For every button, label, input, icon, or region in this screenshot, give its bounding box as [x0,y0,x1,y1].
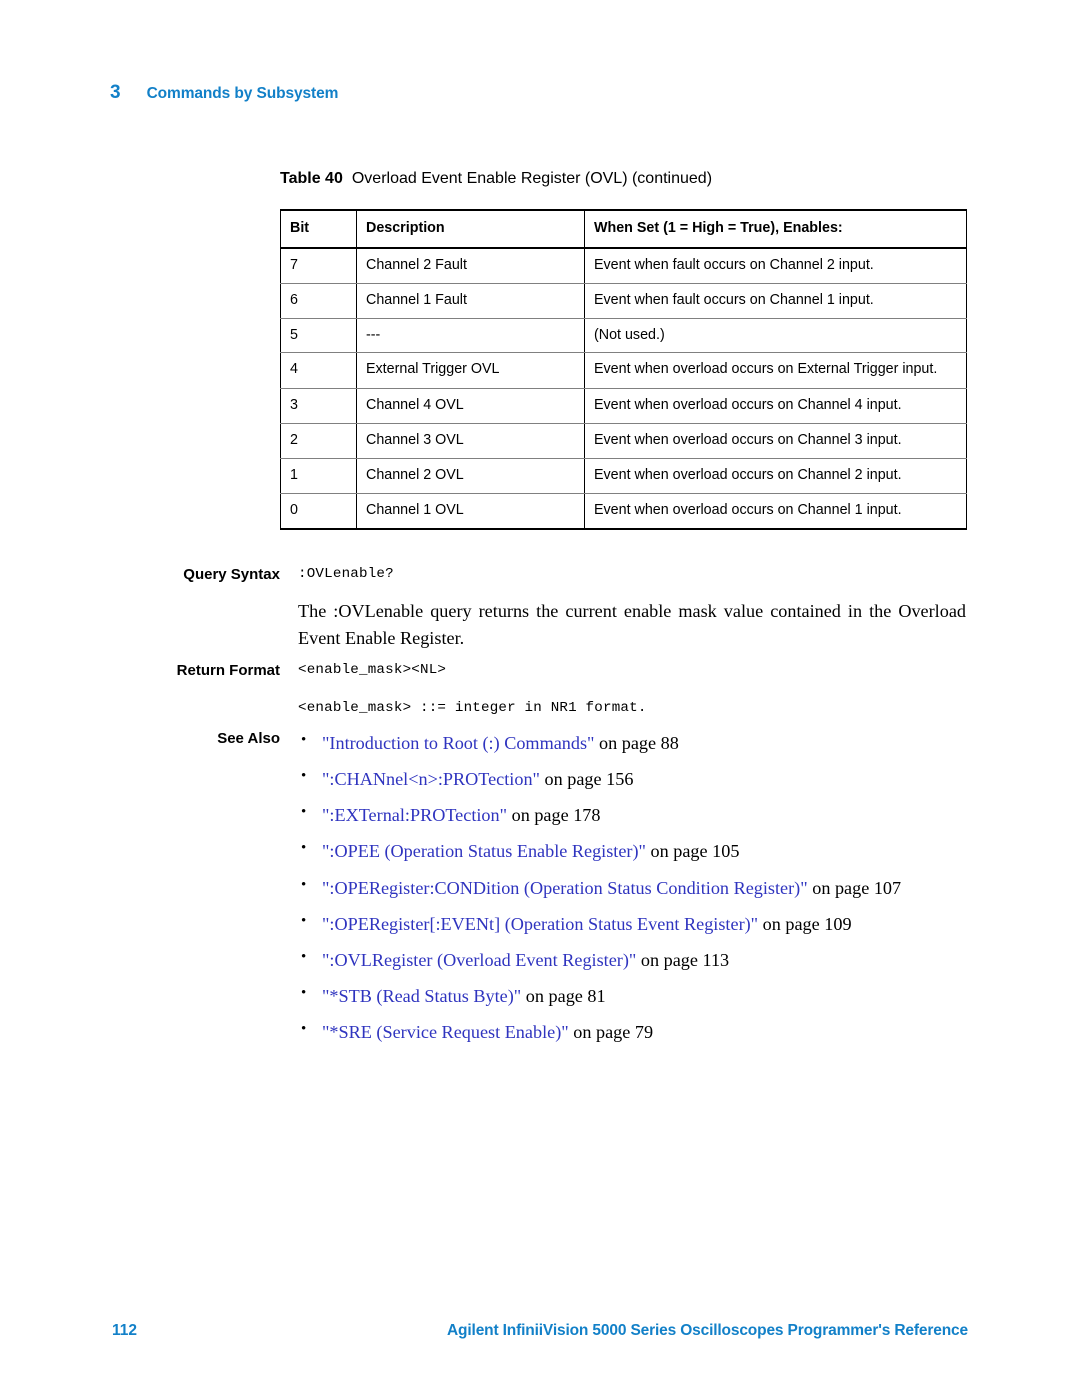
query-syntax-section: Query Syntax :OVLenable? [142,566,966,583]
list-item[interactable]: ":EXTernal:PROTection" on page 178 [298,801,990,830]
cell-bit: 3 [280,388,357,425]
return-format-code-line-1: <enable_mask><NL> [298,662,447,678]
cell-when-set: Event when overload occurs on Channel 2 … [584,458,967,494]
see-also-section: See Also "Introduction to Root (:) Comma… [142,729,990,1055]
page-reference: on page 156 [544,769,634,790]
query-syntax-code: :OVLenable? [298,566,394,582]
cell-when-set: Event when overload occurs on Channel 4 … [584,388,967,425]
overload-event-enable-register-table: Bit Description When Set (1 = High = Tru… [280,209,967,530]
column-header-description: Description [356,209,585,249]
cell-bit: 1 [280,458,357,494]
chapter-number: 3 [110,82,121,103]
table-row: 5 --- (Not used.) [280,318,967,354]
chapter-title: Commands by Subsystem [146,85,339,102]
query-syntax-label: Query Syntax [183,566,280,583]
cross-reference-link[interactable]: ":CHANnel<n>:PROTection" [322,769,540,789]
cell-description: --- [356,318,585,354]
footer-page-number: 112 [112,1322,138,1339]
return-format-section: Return Format <enable_mask><NL> <enable_… [142,662,966,716]
page-reference: on page 105 [650,841,740,862]
cell-description: External Trigger OVL [356,352,585,390]
page-reference: on page 81 [525,986,606,1007]
cross-reference-link[interactable]: "*STB (Read Status Byte)" [322,986,521,1006]
cross-reference-link[interactable]: ":OPERegister:CONDition (Operation Statu… [322,878,808,898]
see-also-list: "Introduction to Root (:) Commands" on p… [298,729,990,1047]
cell-when-set: (Not used.) [584,318,967,354]
table-row: 0 Channel 1 OVL Event when overload occu… [280,493,967,530]
table-row: 1 Channel 2 OVL Event when overload occu… [280,458,967,494]
return-format-label: Return Format [176,662,280,679]
cell-bit: 4 [280,352,357,390]
list-item[interactable]: "*STB (Read Status Byte)" on page 81 [298,982,990,1011]
table-caption-label: Table 40 [280,170,343,187]
list-item[interactable]: ":OPERegister[:EVENt] (Operation Status … [298,910,990,939]
column-header-when-set: When Set (1 = High = True), Enables: [584,209,967,249]
cross-reference-link[interactable]: ":OPERegister[:EVENt] (Operation Status … [322,914,758,934]
table-row: 6 Channel 1 Fault Event when fault occur… [280,283,967,319]
query-syntax-description-row: The :OVLenable query returns the current… [142,598,966,653]
cross-reference-link[interactable]: ":EXTernal:PROTection" [322,805,507,825]
return-format-code-line-2: <enable_mask> ::= integer in NR1 format. [298,700,647,716]
page-reference: on page 79 [573,1022,654,1043]
cell-description: Channel 1 OVL [356,493,585,530]
page-reference: on page 113 [640,949,730,970]
cell-when-set: Event when fault occurs on Channel 1 inp… [584,283,967,319]
table-caption-text: Overload Event Enable Register (OVL) (co… [351,170,713,187]
footer-document-title: Agilent InfiniiVision 5000 Series Oscill… [447,1322,968,1339]
page-reference: on page 107 [812,877,902,898]
see-also-label: See Also [217,730,280,747]
cell-bit: 0 [280,493,357,530]
list-item[interactable]: "Introduction to Root (:) Commands" on p… [298,729,990,758]
cell-when-set: Event when overload occurs on External T… [584,352,967,390]
column-header-bit: Bit [280,209,357,249]
cell-description: Channel 1 Fault [356,283,585,319]
cross-reference-link[interactable]: ":OPEE (Operation Status Enable Register… [322,841,646,861]
cell-description: Channel 4 OVL [356,388,585,425]
table-header-row: Bit Description When Set (1 = High = Tru… [280,209,967,249]
list-item[interactable]: ":OPEE (Operation Status Enable Register… [298,837,990,866]
cell-bit: 5 [280,318,357,354]
cell-bit: 6 [280,283,357,319]
list-item[interactable]: ":CHANnel<n>:PROTection" on page 156 [298,765,990,794]
list-item[interactable]: "*SRE (Service Request Enable)" on page … [298,1018,990,1047]
list-item[interactable]: ":OPERegister:CONDition (Operation Statu… [298,874,990,903]
cell-description: Channel 2 OVL [356,458,585,494]
query-syntax-description: The :OVLenable query returns the current… [298,601,966,649]
document-page: 3 Commands by Subsystem Table 40 Overload… [0,0,1080,1397]
cell-description: Channel 2 Fault [356,247,585,284]
cell-bit: 7 [280,247,357,284]
page-reference: on page 109 [762,913,852,934]
cell-when-set: Event when overload occurs on Channel 3 … [584,423,967,460]
cell-when-set: Event when fault occurs on Channel 2 inp… [584,247,967,284]
cell-when-set: Event when overload occurs on Channel 1 … [584,493,967,530]
table-row: 4 External Trigger OVL Event when overlo… [280,352,967,390]
cross-reference-link[interactable]: ":OVLRegister (Overload Event Register)" [322,950,636,970]
table-row: 3 Channel 4 OVL Event when overload occu… [280,388,967,425]
table-row: 7 Channel 2 Fault Event when fault occur… [280,247,967,284]
table-caption: Table 40 Overload Event Enable Register (… [280,170,712,188]
cross-reference-link[interactable]: "Introduction to Root (:) Commands" [322,733,594,753]
cell-description: Channel 3 OVL [356,423,585,460]
list-item[interactable]: ":OVLRegister (Overload Event Register)"… [298,946,990,975]
cell-bit: 2 [280,423,357,460]
table-row: 2 Channel 3 OVL Event when overload occu… [280,423,967,460]
page-reference: on page 178 [511,805,601,826]
cross-reference-link[interactable]: "*SRE (Service Request Enable)" [322,1022,569,1042]
page-reference: on page 88 [599,733,679,753]
running-header: 3 Commands by Subsystem [110,82,338,104]
